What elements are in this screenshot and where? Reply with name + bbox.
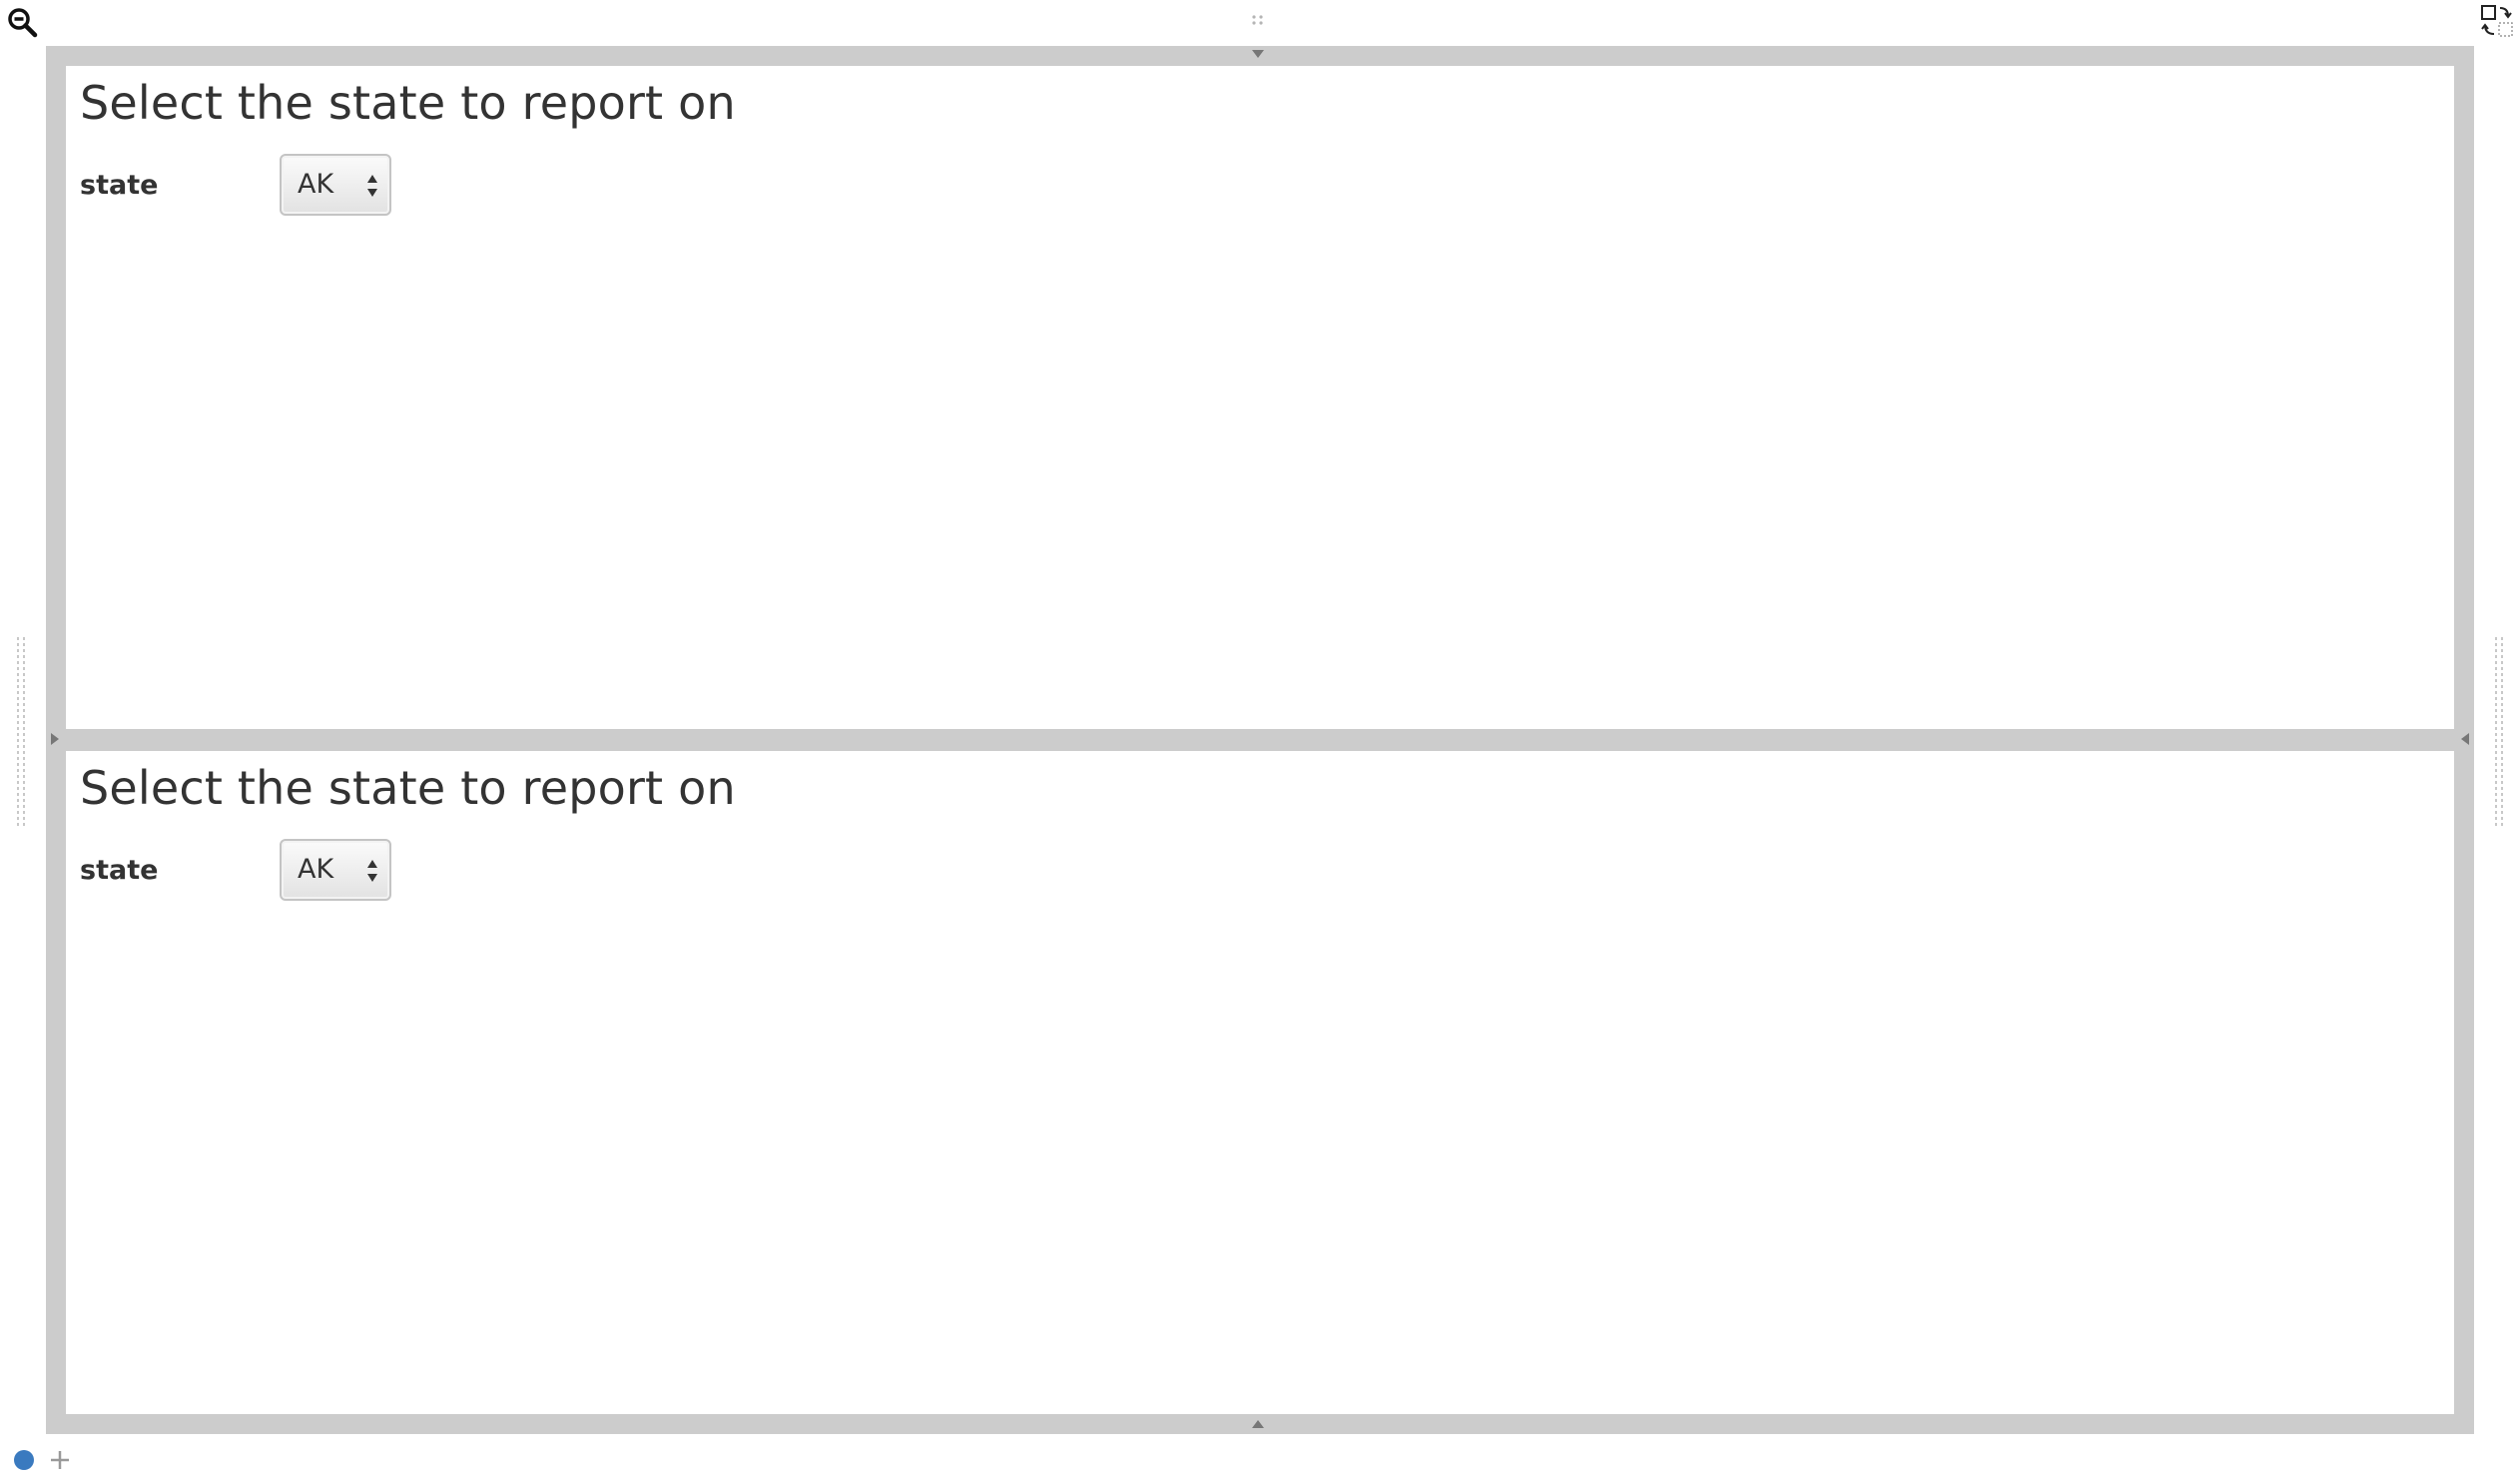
- state-select[interactable]: AK: [280, 154, 391, 216]
- zoom-out-icon[interactable]: [6, 6, 40, 40]
- collapse-down-arrow-icon[interactable]: [1251, 49, 1265, 59]
- layout-toggle-icon[interactable]: [2480, 4, 2514, 38]
- left-resize-grip-icon[interactable]: [14, 637, 28, 827]
- splitter-right-arrow-icon[interactable]: [50, 732, 60, 746]
- dashboard-canvas: Select the state to report on state AK S…: [0, 0, 2520, 1480]
- right-resize-grip-icon[interactable]: [2492, 637, 2506, 827]
- state-field-label: state: [80, 170, 159, 201]
- select-arrows-icon: [367, 175, 377, 197]
- state-select[interactable]: AK: [280, 839, 391, 901]
- panel-title: Select the state to report on: [80, 76, 736, 130]
- dashboard-frame: Select the state to report on state AK S…: [46, 46, 2474, 1434]
- report-panel-top: Select the state to report on state AK: [66, 66, 2454, 729]
- state-select-value: AK: [298, 169, 334, 200]
- select-arrows-icon: [367, 860, 377, 882]
- state-select-value: AK: [298, 854, 334, 885]
- plus-icon[interactable]: [48, 1448, 72, 1472]
- state-field-label: state: [80, 855, 159, 886]
- panel-title: Select the state to report on: [80, 761, 736, 815]
- splitter-left-arrow-icon[interactable]: [2460, 732, 2470, 746]
- drag-grip-icon[interactable]: [1248, 12, 1268, 32]
- active-page-dot[interactable]: [14, 1450, 34, 1470]
- collapse-up-arrow-icon[interactable]: [1251, 1419, 1265, 1429]
- report-panel-bottom: Select the state to report on state AK: [66, 751, 2454, 1414]
